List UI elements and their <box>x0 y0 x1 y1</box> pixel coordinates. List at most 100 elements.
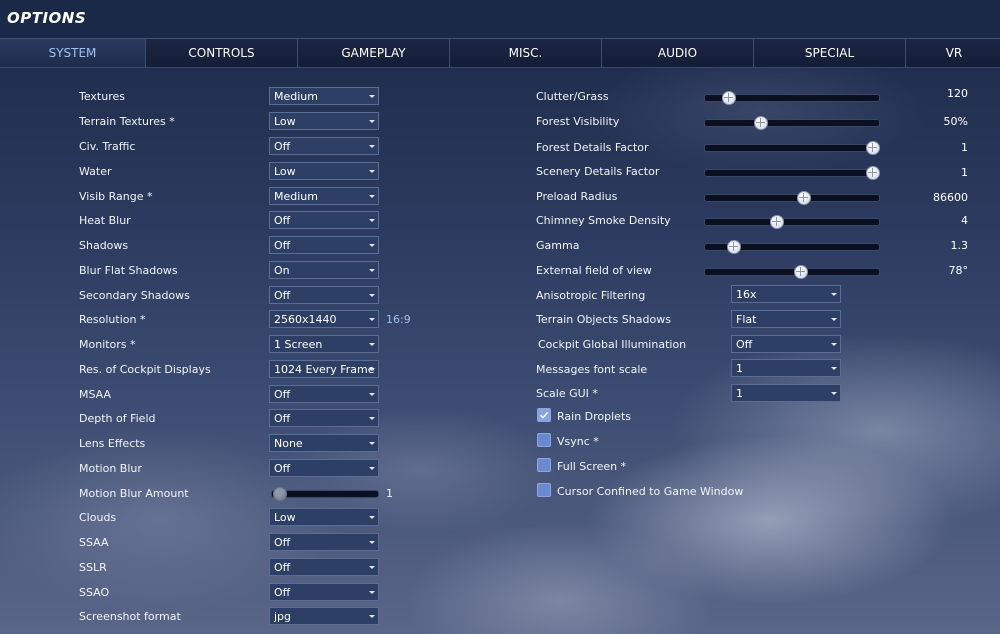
motion-blur-amount-label: Motion Blur Amount <box>79 487 189 500</box>
water-select[interactable]: Low <box>269 162 379 180</box>
visib-range-select[interactable]: Medium <box>269 187 379 205</box>
motion-blur-value: Off <box>274 462 291 475</box>
shadows-label: Shadows <box>79 239 129 252</box>
tab-special[interactable]: SPECIAL <box>754 39 906 67</box>
slider-knob[interactable] <box>273 487 287 501</box>
messages-font-scale-select[interactable]: 1 <box>731 359 841 377</box>
chevron-down-icon <box>369 417 375 420</box>
forest-details-slider[interactable] <box>704 141 880 155</box>
slider-knob[interactable] <box>866 166 880 180</box>
ssaa-select[interactable]: Off <box>269 533 379 551</box>
slider-knob[interactable] <box>754 116 768 130</box>
scenery-details-slider[interactable] <box>704 166 880 180</box>
motion-blur-amount-value: 1 <box>386 487 393 500</box>
cockpit-gi-select[interactable]: Off <box>731 335 841 353</box>
messages-font-scale-label: Messages font scale <box>536 363 648 376</box>
scenery-details-label: Scenery Details Factor <box>536 165 660 178</box>
ssaa-label: SSAA <box>79 536 109 549</box>
preload-radius-value: 86600 <box>933 191 968 204</box>
slider-knob[interactable] <box>866 141 880 155</box>
vsync-checkbox[interactable] <box>537 433 551 447</box>
chevron-down-icon <box>369 516 375 519</box>
tab-system[interactable]: SYSTEM <box>0 39 146 67</box>
rain-droplets-checkbox[interactable] <box>537 408 551 422</box>
preload-radius-slider[interactable] <box>704 191 880 205</box>
terrain-textures-select[interactable]: Low <box>269 112 379 130</box>
sslr-value: Off <box>274 561 291 574</box>
full-screen-checkbox[interactable] <box>537 458 551 472</box>
cursor-confined-label: Cursor Confined to Game Window <box>557 485 744 498</box>
forest-visibility-value: 50% <box>943 115 968 128</box>
aspect-ratio-text: 16:9 <box>386 313 411 326</box>
terrain-objects-shadows-select[interactable]: Flat <box>731 310 841 328</box>
shadows-value: Off <box>274 239 291 252</box>
tab-controls[interactable]: CONTROLS <box>146 39 298 67</box>
visib-range-value: Medium <box>274 190 318 203</box>
ssaa-value: Off <box>274 536 291 549</box>
civ-traffic-select[interactable]: Off <box>269 137 379 155</box>
textures-select[interactable]: Medium <box>269 87 379 105</box>
msaa-select[interactable]: Off <box>269 385 379 403</box>
lens-effects-select[interactable]: None <box>269 434 379 452</box>
textures-label: Textures <box>79 90 125 103</box>
secondary-shadows-select[interactable]: Off <box>269 286 379 304</box>
res-cockpit-select[interactable]: 1024 Every Frame <box>269 360 379 378</box>
slider-knob[interactable] <box>797 191 812 205</box>
monitors-label: Monitors * <box>79 338 136 351</box>
screenshot-format-select[interactable]: jpg <box>269 607 379 625</box>
anisotropic-select[interactable]: 16x <box>731 285 841 303</box>
check-icon <box>539 411 549 419</box>
heat-blur-select[interactable]: Off <box>269 211 379 229</box>
cockpit-gi-value: Off <box>736 338 753 351</box>
monitors-select[interactable]: 1 Screen <box>269 335 379 353</box>
tab-vr[interactable]: VR <box>906 39 1000 67</box>
sslr-label: SSLR <box>79 561 107 574</box>
scale-gui-value: 1 <box>736 387 743 400</box>
full-screen-label: Full Screen * <box>557 460 627 473</box>
chevron-down-icon <box>369 393 375 396</box>
resolution-label: Resolution * <box>79 313 146 326</box>
slider-knob[interactable] <box>722 91 736 105</box>
slider-knob[interactable] <box>794 265 808 279</box>
tab-gameplay[interactable]: GAMEPLAY <box>298 39 450 67</box>
chevron-down-icon <box>369 269 375 272</box>
rain-droplets-label: Rain Droplets <box>557 410 631 423</box>
chevron-down-icon <box>369 195 375 198</box>
clutter-grass-label: Clutter/Grass <box>536 90 609 103</box>
terrain-objects-shadows-value: Flat <box>736 313 757 326</box>
chevron-down-icon <box>369 120 375 123</box>
chevron-down-icon <box>369 591 375 594</box>
chevron-down-icon <box>369 368 375 371</box>
tab-audio[interactable]: AUDIO <box>602 39 754 67</box>
resolution-select[interactable]: 2560x1440 <box>269 310 379 328</box>
ssao-select[interactable]: Off <box>269 583 379 601</box>
external-fov-slider[interactable] <box>704 265 880 279</box>
forest-visibility-slider[interactable] <box>704 116 880 130</box>
res-cockpit-label: Res. of Cockpit Displays <box>79 363 211 376</box>
slider-knob[interactable] <box>770 215 784 229</box>
gamma-slider[interactable] <box>704 240 880 254</box>
chevron-down-icon <box>369 566 375 569</box>
blur-flat-shadows-select[interactable]: On <box>269 261 379 279</box>
shadows-select[interactable]: Off <box>269 236 379 254</box>
tab-misc[interactable]: MISC. <box>450 39 602 67</box>
resolution-value: 2560x1440 <box>274 313 337 326</box>
scale-gui-select[interactable]: 1 <box>731 384 841 402</box>
chimney-smoke-label: Chimney Smoke Density <box>536 214 671 227</box>
clutter-grass-slider[interactable] <box>704 91 880 105</box>
motion-blur-select[interactable]: Off <box>269 459 379 477</box>
chevron-down-icon <box>369 294 375 297</box>
slider-knob[interactable] <box>726 240 741 254</box>
chimney-smoke-slider[interactable] <box>704 215 880 229</box>
motion-blur-amount-slider[interactable] <box>271 487 379 501</box>
blur-flat-shadows-label: Blur Flat Shadows <box>79 264 178 277</box>
clouds-select[interactable]: Low <box>269 508 379 526</box>
clouds-value: Low <box>274 511 296 524</box>
cursor-confined-checkbox[interactable] <box>537 483 551 497</box>
water-value: Low <box>274 165 296 178</box>
depth-of-field-select[interactable]: Off <box>269 409 379 427</box>
textures-value: Medium <box>274 90 318 103</box>
sslr-select[interactable]: Off <box>269 558 379 576</box>
depth-of-field-value: Off <box>274 412 291 425</box>
screenshot-format-value: jpg <box>274 610 292 623</box>
